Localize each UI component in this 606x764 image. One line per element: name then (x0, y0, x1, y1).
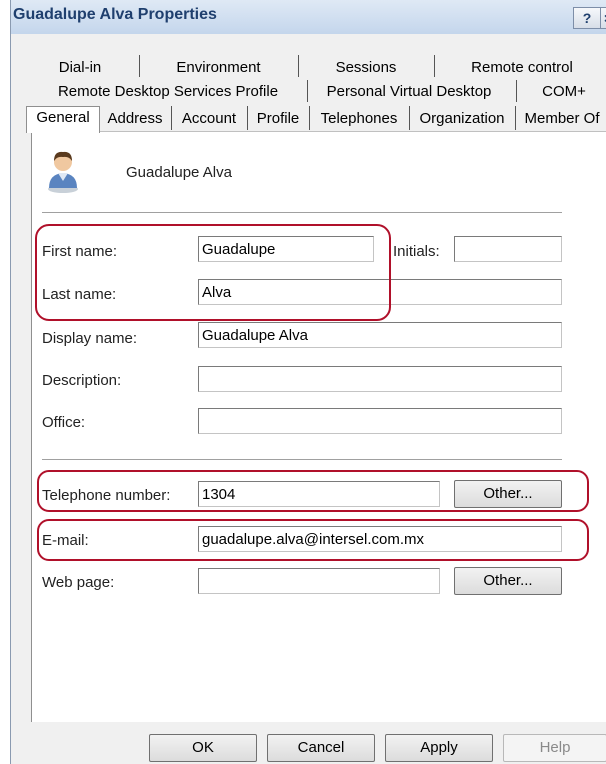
tab-organization[interactable]: Organization (411, 108, 513, 130)
tab-remote-control[interactable]: Remote control (437, 57, 606, 79)
close-title-button[interactable]: × (600, 7, 606, 29)
web-page-other-button[interactable]: Other... (454, 567, 562, 595)
tab-separator (307, 80, 308, 102)
tab-telephones[interactable]: Telephones (311, 108, 407, 130)
tab-remote-desktop-services-profile[interactable]: Remote Desktop Services Profile (33, 81, 303, 103)
tab-member-of[interactable]: Member Of (517, 108, 606, 130)
tab-separator (434, 55, 435, 77)
tab-separator (247, 106, 248, 130)
window-title: Guadalupe Alva Properties (13, 6, 217, 23)
tab-separator (298, 55, 299, 77)
help-button[interactable]: Help (503, 734, 606, 762)
tab-com-plus[interactable]: COM+ (521, 81, 606, 103)
office-field[interactable] (198, 408, 562, 434)
display-name-field[interactable] (198, 322, 562, 348)
title-bar: Guadalupe Alva Properties ? × (11, 0, 606, 34)
tab-separator (139, 55, 140, 77)
initials-label: Initials: (393, 243, 440, 260)
tab-sessions[interactable]: Sessions (301, 57, 431, 79)
tab-separator (409, 106, 410, 130)
web-page-label: Web page: (42, 574, 115, 591)
display-name-label: Display name: (42, 330, 138, 347)
office-label: Office: (42, 414, 86, 431)
user-display-name: Guadalupe Alva (126, 164, 232, 181)
tab-environment[interactable]: Environment (141, 57, 296, 79)
help-title-button[interactable]: ? (573, 7, 601, 29)
tab-separator (309, 106, 310, 130)
description-label: Description: (42, 372, 122, 389)
tab-separator (171, 106, 172, 130)
tab-separator (516, 80, 517, 102)
tab-dial-in[interactable]: Dial-in (47, 57, 113, 79)
tab-account[interactable]: Account (173, 108, 245, 130)
properties-dialog: Guadalupe Alva Properties ? × Dial-in En… (10, 0, 606, 764)
tab-general[interactable]: General (26, 106, 100, 133)
divider (42, 212, 562, 214)
telephone-highlight (37, 470, 589, 512)
cancel-button[interactable]: Cancel (267, 734, 375, 762)
initials-field[interactable] (454, 236, 562, 262)
apply-button[interactable]: Apply (385, 734, 493, 762)
tab-profile[interactable]: Profile (249, 108, 307, 130)
email-highlight (37, 519, 589, 561)
web-page-field[interactable] (198, 568, 440, 594)
tab-address[interactable]: Address (101, 108, 169, 130)
description-field[interactable] (198, 366, 562, 392)
tab-separator (515, 106, 516, 130)
ok-button[interactable]: OK (149, 734, 257, 762)
tab-personal-virtual-desktop[interactable]: Personal Virtual Desktop (311, 81, 507, 103)
user-icon (45, 148, 81, 194)
divider (42, 459, 562, 461)
name-highlight (35, 224, 391, 321)
